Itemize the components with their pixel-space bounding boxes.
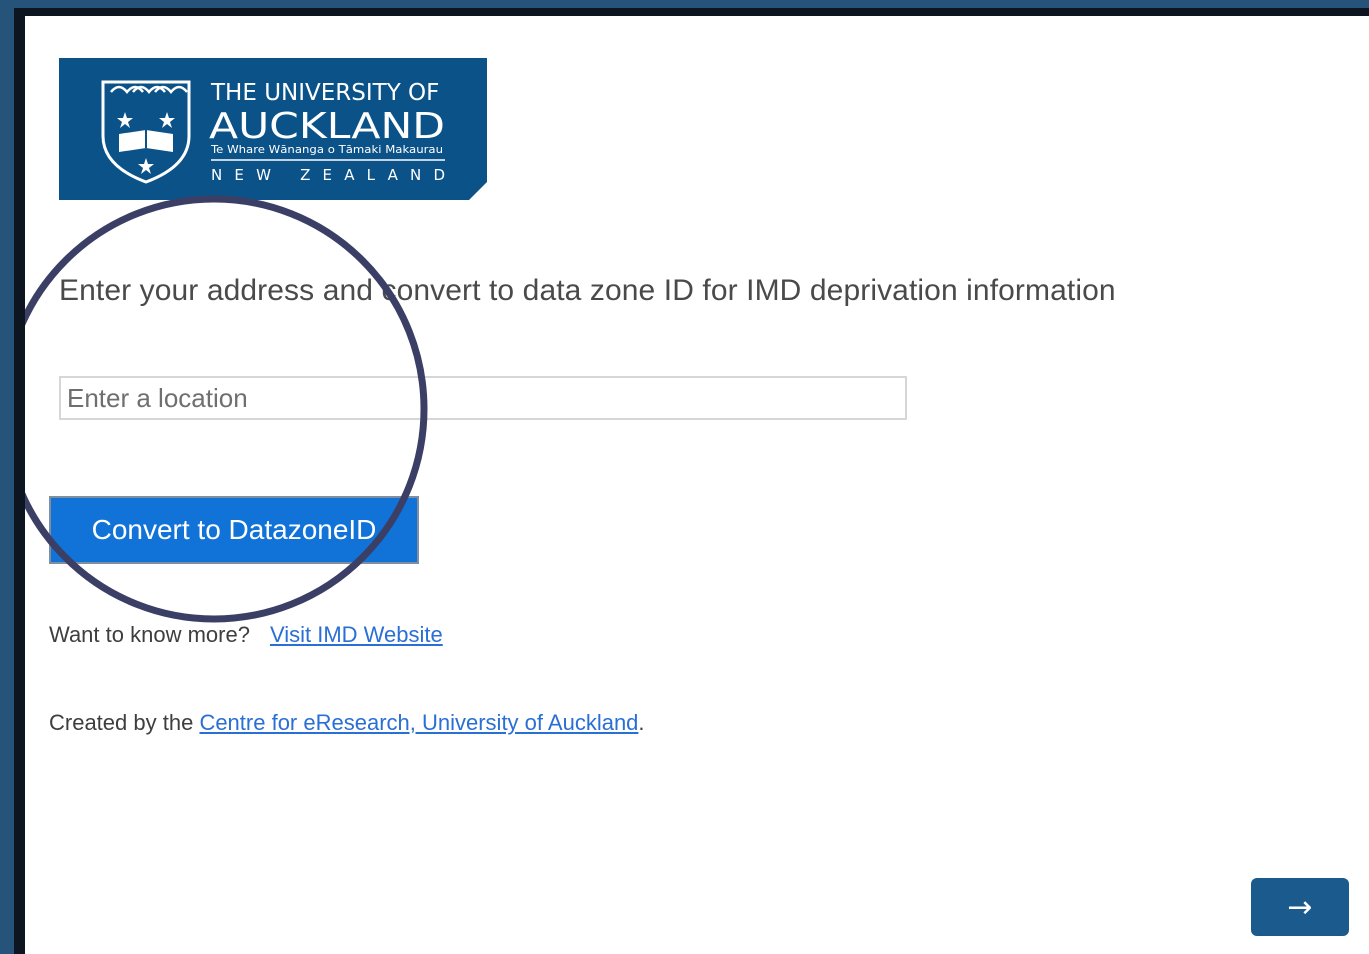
want-more-line: Want to know more? Visit IMD Website: [49, 622, 443, 648]
right-arrow-icon: →: [1287, 889, 1313, 925]
centre-eresearch-link[interactable]: Centre for eResearch, University of Auck…: [199, 710, 638, 735]
page: THE UNIVERSITY OF AUCKLAND Te Whare Wāna…: [25, 16, 1369, 954]
location-input[interactable]: [59, 376, 907, 420]
imd-website-link[interactable]: Visit IMD Website: [270, 622, 443, 647]
credits-line: Created by the Centre for eResearch, Uni…: [49, 710, 645, 736]
logo-line-1: THE UNIVERSITY OF: [210, 80, 439, 106]
convert-button[interactable]: Convert to DatazoneID: [51, 498, 417, 562]
logo-line-3: Te Whare Wānanga o Tāmaki Makaurau: [210, 144, 443, 156]
logo-line-2: AUCKLAND: [209, 106, 445, 147]
next-button[interactable]: →: [1251, 878, 1349, 936]
credits-suffix: .: [638, 710, 645, 735]
credits-prefix: Created by the: [49, 710, 200, 735]
want-more-text: Want to know more?: [49, 622, 250, 647]
university-logo[interactable]: THE UNIVERSITY OF AUCKLAND Te Whare Wāna…: [59, 58, 487, 200]
page-heading: Enter your address and convert to data z…: [59, 274, 1116, 307]
